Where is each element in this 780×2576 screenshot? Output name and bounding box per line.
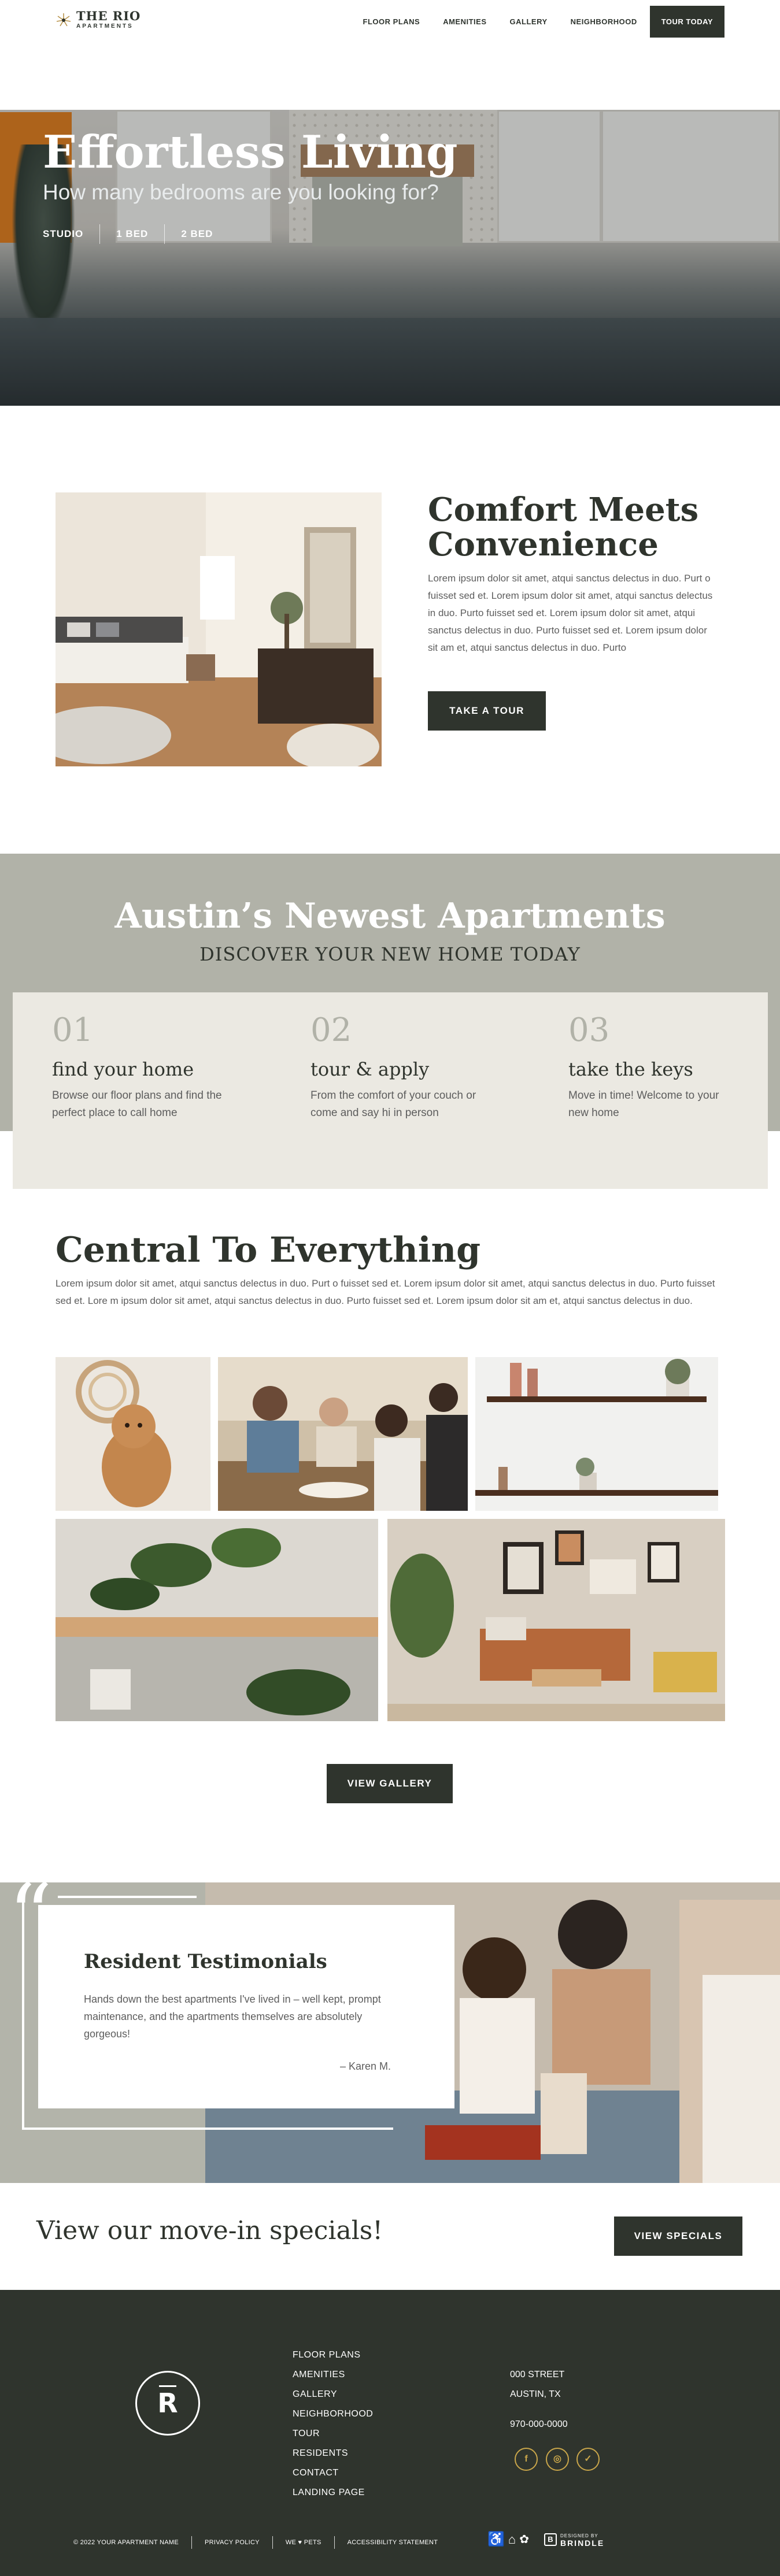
testimonial-body: Hands down the best apartments I've live… (84, 1993, 381, 2040)
footer-link-residents[interactable]: RESIDENTS (293, 2444, 373, 2463)
testimonial-frame (58, 1896, 197, 1898)
central-title: Central To Everything (56, 1230, 481, 1270)
footer-link-tour[interactable]: TOUR (293, 2424, 373, 2444)
step-number: 03 (568, 1011, 610, 1049)
footer-links: FLOOR PLANS AMENITIES GALLERY NEIGHBORHO… (293, 2345, 373, 2503)
comfort-title: Comfort Meets Convenience (428, 491, 699, 564)
nav-amenities[interactable]: AMENITIES (443, 17, 486, 26)
tab-2-bed[interactable]: 2 BED (164, 224, 229, 244)
brindle-logo-icon: B (544, 2533, 557, 2546)
view-gallery-button[interactable]: VIEW GALLERY (327, 1764, 453, 1803)
gallery-photo-living-room[interactable] (387, 1519, 725, 1721)
nav-neighborhood[interactable]: NEIGHBORHOOD (571, 17, 637, 26)
footer-link-landing-page[interactable]: LANDING PAGE (293, 2483, 373, 2503)
step-title: tour & apply (310, 1058, 430, 1080)
facebook-icon[interactable]: f (515, 2448, 538, 2471)
bedroom-tabs: STUDIO 1 BED 2 BED (43, 224, 229, 244)
accessibility-link[interactable]: ACCESSIBILITY STATEMENT (348, 2539, 438, 2546)
central-body: Lorem ipsum dolor sit amet, atqui sanctu… (56, 1278, 715, 1306)
pets-link[interactable]: WE ♥ PETS (286, 2539, 321, 2546)
testimonial-frame (22, 2127, 393, 2130)
footer-logo-letter: R (157, 2388, 178, 2419)
brindle-credit[interactable]: DESIGNED BY BRINDLE (560, 2533, 604, 2547)
footer-address-line1: 000 STREET (510, 2370, 565, 2379)
accessibility-icon: ♿ (487, 2531, 505, 2547)
step-title: take the keys (568, 1058, 693, 1080)
gallery-photo-dog[interactable] (56, 1357, 210, 1511)
take-a-tour-button[interactable]: TAKE A TOUR (428, 691, 546, 731)
footer-link-contact[interactable]: CONTACT (293, 2463, 373, 2483)
logo[interactable]: THE RIO APARTMENTS (56, 10, 141, 29)
divider (191, 2536, 192, 2549)
site-footer (0, 2290, 780, 2576)
sunburst-icon (56, 12, 72, 28)
tab-studio[interactable]: STUDIO (43, 224, 99, 244)
austin-subtitle: DISCOVER YOUR NEW HOME TODAY (199, 943, 581, 965)
footer-legal-bar: © 2022 YOUR APARTMENT NAME PRIVACY POLIC… (73, 2536, 438, 2549)
hero-title: Effortless Living (43, 126, 458, 179)
footer-phone[interactable]: 970-000-0000 (510, 2415, 568, 2434)
tab-1-bed[interactable]: 1 BED (99, 224, 164, 244)
footer-address-line2: AUSTIN, TX (510, 2389, 561, 2399)
privacy-policy-link[interactable]: PRIVACY POLICY (205, 2539, 260, 2546)
divider (334, 2536, 335, 2549)
instagram-icon[interactable]: ◎ (546, 2448, 569, 2471)
twitter-icon[interactable]: ✓ (576, 2448, 600, 2471)
site-header: THE RIO APARTMENTS FLOOR PLANS AMENITIES… (0, 0, 780, 46)
comfort-body: Lorem ipsum dolor sit amet, atqui sanctu… (428, 573, 713, 653)
tour-today-button[interactable]: TOUR TODAY (649, 6, 724, 38)
nav-floor-plans[interactable]: FLOOR PLANS (363, 17, 420, 26)
step-tour-apply: 02 tour & apply From the comfort of your… (310, 1011, 496, 1122)
footer-link-gallery[interactable]: GALLERY (293, 2385, 373, 2404)
gallery-photo-plant[interactable] (56, 1519, 378, 1721)
footer-contact: 000 STREET AUSTIN, TX 970-000-0000 (510, 2365, 568, 2434)
footer-link-neighborhood[interactable]: NEIGHBORHOOD (293, 2404, 373, 2424)
step-number: 02 (310, 1011, 352, 1049)
step-find-home: 01 find your home Browse our floor plans… (52, 1011, 237, 1122)
main-nav: FLOOR PLANS AMENITIES GALLERY NEIGHBORHO… (340, 6, 724, 38)
pet-paw-icon: ✿ (519, 2533, 529, 2546)
gallery-photo-shelves[interactable] (475, 1357, 718, 1511)
testimonial-title: Resident Testimonials (84, 1950, 327, 1973)
gallery-photo-dinner[interactable] (218, 1357, 468, 1511)
footer-link-amenities[interactable]: AMENITIES (293, 2365, 373, 2385)
step-body: From the comfort of your couch or come a… (310, 1089, 476, 1119)
step-body: Move in time! Welcome to your new home (568, 1089, 719, 1119)
footer-badges: ♿ ⌂ ✿ B DESIGNED BY BRINDLE (487, 2531, 604, 2548)
testimonial-author: – Karen M. (339, 2060, 391, 2072)
copyright-text: © 2022 YOUR APARTMENT NAME (73, 2539, 179, 2546)
footer-logo-bar (159, 2385, 176, 2387)
hero-subtitle: How many bedrooms are you looking for? (43, 180, 439, 204)
austin-title: Austin’s Newest Apartments (114, 896, 666, 936)
step-take-keys: 03 take the keys Move in time! Welcome t… (568, 1011, 753, 1122)
view-specials-button[interactable]: VIEW SPECIALS (614, 2217, 742, 2256)
equal-housing-icon: ⌂ (508, 2531, 516, 2547)
step-body: Browse our floor plans and find the perf… (52, 1089, 222, 1119)
logo-subtitle: APARTMENTS (76, 23, 134, 29)
designer-name: BRINDLE (560, 2538, 605, 2548)
step-title: find your home (52, 1058, 194, 1080)
step-number: 01 (52, 1011, 94, 1049)
nav-gallery[interactable]: GALLERY (510, 17, 548, 26)
specials-text: View our move-in specials! (36, 2216, 383, 2245)
logo-title: THE RIO (76, 9, 141, 23)
footer-link-floor-plans[interactable]: FLOOR PLANS (293, 2345, 373, 2365)
divider (272, 2536, 273, 2549)
footer-logo[interactable]: R (135, 2371, 200, 2436)
bedroom-photo (56, 492, 382, 766)
